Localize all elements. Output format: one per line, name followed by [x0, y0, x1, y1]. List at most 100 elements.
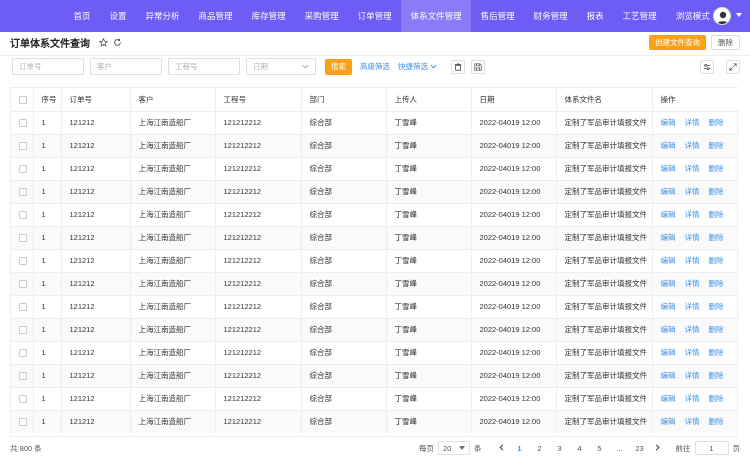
fullscreen-button[interactable] [726, 60, 740, 74]
page-number-button[interactable]: 2 [530, 444, 550, 453]
delete-link[interactable]: 删除 [709, 141, 724, 150]
row-checkbox[interactable] [19, 418, 27, 427]
row-checkbox[interactable] [19, 349, 27, 357]
customer-input[interactable]: 客户 [90, 58, 162, 75]
page-number-button[interactable]: 1 [510, 444, 530, 453]
row-checkbox[interactable] [19, 234, 27, 242]
row-select-cell[interactable] [11, 340, 34, 364]
detail-link[interactable]: 详情 [685, 210, 700, 219]
edit-link[interactable]: 编辑 [661, 118, 676, 127]
delete-link[interactable]: 删除 [709, 371, 724, 380]
order-number-input[interactable]: 订单号 [12, 58, 84, 75]
nav-item[interactable]: 浏览模式 [666, 0, 719, 32]
detail-link[interactable]: 详情 [685, 256, 700, 265]
select-all-checkbox[interactable] [19, 95, 27, 104]
detail-link[interactable]: 详情 [685, 118, 700, 127]
row-select-cell[interactable] [11, 386, 34, 410]
edit-link[interactable]: 编辑 [661, 348, 676, 357]
next-page-button[interactable] [650, 444, 666, 453]
detail-link[interactable]: 详情 [685, 141, 700, 150]
row-select-cell[interactable] [11, 363, 34, 387]
delete-link[interactable]: 删除 [709, 279, 724, 288]
row-select-cell[interactable] [11, 317, 34, 341]
row-select-cell[interactable] [11, 133, 34, 157]
detail-link[interactable]: 详情 [685, 394, 700, 403]
nav-item[interactable]: 采购管理 [295, 0, 348, 32]
edit-link[interactable]: 编辑 [661, 417, 676, 426]
date-select[interactable]: 日期 [246, 58, 316, 75]
detail-link[interactable]: 详情 [685, 371, 700, 380]
advanced-filter-link[interactable]: 高级筛选 [360, 61, 390, 72]
row-select-cell[interactable] [11, 156, 34, 180]
edit-link[interactable]: 编辑 [661, 164, 676, 173]
edit-link[interactable]: 编辑 [661, 279, 676, 288]
user-avatar[interactable] [713, 7, 731, 25]
nav-item[interactable]: 售后管理 [471, 0, 524, 32]
row-select-cell[interactable] [11, 294, 34, 318]
detail-link[interactable]: 详情 [685, 417, 700, 426]
nav-item[interactable]: 工艺管理 [613, 0, 666, 32]
row-select-cell[interactable] [11, 179, 34, 203]
row-select-cell[interactable] [11, 409, 34, 433]
edit-link[interactable]: 编辑 [661, 371, 676, 380]
nav-item[interactable]: 异常分析 [136, 0, 189, 32]
star-icon[interactable] [99, 37, 108, 47]
create-file-query-button[interactable]: 创建文件查询 [649, 35, 706, 50]
detail-link[interactable]: 详情 [685, 279, 700, 288]
detail-link[interactable]: 详情 [685, 302, 700, 311]
delete-link[interactable]: 删除 [709, 256, 724, 265]
delete-button[interactable]: 删除 [711, 35, 740, 50]
delete-link[interactable]: 删除 [709, 233, 724, 242]
nav-item[interactable]: 体系文件管理 [401, 0, 472, 32]
detail-link[interactable]: 详情 [685, 325, 700, 334]
row-checkbox[interactable] [19, 119, 27, 127]
delete-link[interactable]: 删除 [709, 118, 724, 127]
column-settings-button[interactable] [700, 60, 714, 74]
refresh-icon[interactable] [113, 38, 122, 47]
row-checkbox[interactable] [19, 395, 27, 403]
edit-link[interactable]: 编辑 [661, 141, 676, 150]
nav-item[interactable]: 商品管理 [189, 0, 242, 32]
row-checkbox[interactable] [19, 257, 27, 265]
page-number-button[interactable]: 4 [570, 444, 590, 453]
delete-link[interactable]: 删除 [709, 325, 724, 334]
nav-item[interactable]: 首页 [64, 0, 100, 32]
detail-link[interactable]: 详情 [685, 348, 700, 357]
row-select-cell[interactable] [11, 248, 34, 272]
detail-link[interactable]: 详情 [685, 164, 700, 173]
nav-item[interactable]: 财务管理 [524, 0, 577, 32]
row-checkbox[interactable] [19, 188, 27, 196]
nav-item[interactable]: 库存管理 [242, 0, 295, 32]
detail-link[interactable]: 详情 [685, 187, 700, 196]
row-select-cell[interactable] [11, 225, 34, 249]
detail-link[interactable]: 详情 [685, 233, 700, 242]
save-button[interactable] [471, 59, 485, 74]
nav-item[interactable]: 订单管理 [348, 0, 401, 32]
page-number-button[interactable]: 23 [630, 444, 650, 453]
row-checkbox[interactable] [19, 280, 27, 288]
delete-link[interactable]: 删除 [709, 302, 724, 311]
edit-link[interactable]: 编辑 [661, 210, 676, 219]
user-menu-caret-icon[interactable] [736, 13, 742, 17]
nav-item[interactable]: 报表 [577, 0, 613, 32]
row-select-cell[interactable] [11, 110, 34, 134]
trash-button[interactable] [451, 59, 465, 74]
nav-item[interactable]: 设置 [100, 0, 136, 32]
row-select-cell[interactable] [11, 202, 34, 226]
prev-page-button[interactable] [494, 444, 510, 453]
search-button[interactable]: 搜索 [325, 58, 352, 75]
row-checkbox[interactable] [19, 142, 27, 150]
delete-link[interactable]: 删除 [709, 348, 724, 357]
page-number-button[interactable]: 5 [590, 444, 610, 453]
row-checkbox[interactable] [19, 372, 27, 380]
row-checkbox[interactable] [19, 165, 27, 173]
goto-page-input[interactable]: 1 [694, 441, 729, 455]
edit-link[interactable]: 编辑 [661, 256, 676, 265]
edit-link[interactable]: 编辑 [661, 187, 676, 196]
delete-link[interactable]: 删除 [709, 164, 724, 173]
row-checkbox[interactable] [19, 326, 27, 334]
edit-link[interactable]: 编辑 [661, 302, 676, 311]
row-checkbox[interactable] [19, 211, 27, 219]
edit-link[interactable]: 编辑 [661, 394, 676, 403]
delete-link[interactable]: 删除 [709, 394, 724, 403]
